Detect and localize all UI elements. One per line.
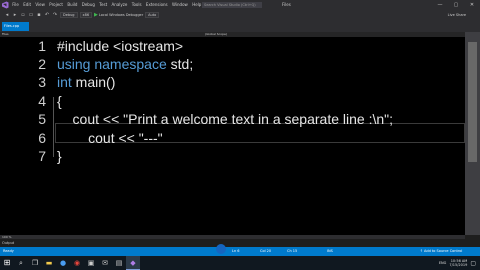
visual-studio-taskbar-icon[interactable]: ◆ xyxy=(126,256,140,270)
window-title: Files xyxy=(282,2,291,7)
cout-statement: cout << "Print a welcome text in a separ… xyxy=(57,111,393,127)
menu-file[interactable]: File xyxy=(10,0,21,10)
menu-test[interactable]: Test xyxy=(97,0,109,10)
line-number: 4 xyxy=(38,93,46,109)
windows-start-icon[interactable]: ⊞ xyxy=(0,256,14,270)
media-icon[interactable]: ▤ xyxy=(112,256,126,270)
line-number: 6 xyxy=(38,130,46,146)
search-input[interactable]: Search Visual Studio (Ctrl+Q) xyxy=(202,2,262,8)
terminal-icon[interactable]: ▣ xyxy=(84,256,98,270)
status-ready: Ready xyxy=(3,249,14,253)
maximize-button[interactable]: ▢ xyxy=(448,0,464,10)
keyword-namespace: namespace xyxy=(94,56,167,72)
keyword-int: int xyxy=(57,74,72,90)
status-insert-mode[interactable]: INS xyxy=(327,247,333,256)
line-number: 3 xyxy=(38,74,46,90)
line-number: 5 xyxy=(38,111,46,127)
menu-edit[interactable]: Edit xyxy=(21,0,33,10)
status-character[interactable]: Ch 15 xyxy=(287,247,297,256)
menu-debug[interactable]: Debug xyxy=(80,0,98,10)
code-line-3: int main() xyxy=(57,73,115,91)
window-controls: — ▢ ✕ xyxy=(432,0,480,10)
vertical-scrollbar[interactable] xyxy=(465,32,480,235)
output-panel-tab[interactable]: Output xyxy=(0,239,480,247)
task-view-icon[interactable]: ❐ xyxy=(28,256,42,270)
run-mode-select[interactable]: Auto xyxy=(145,12,160,18)
function-signature: main() xyxy=(71,74,116,90)
code-line-6: cout << "---" xyxy=(57,129,163,147)
menu-analyze[interactable]: Analyze xyxy=(109,0,129,10)
minimize-button[interactable]: — xyxy=(432,0,448,10)
code-line-2: using namespace std; xyxy=(57,55,193,73)
code-line-1: #include <iostream> xyxy=(57,37,183,55)
language-indicator[interactable]: ENG xyxy=(439,261,447,265)
start-debugging-button[interactable]: ▶ Local Windows Debugger xyxy=(94,12,143,18)
platform-select[interactable]: x86 xyxy=(79,12,93,18)
menu-tools[interactable]: Tools xyxy=(130,0,144,10)
toolbar: ◂ ▸ ▫ ▭ ▪ ↶ ↷ Debug x86 ▶ Local Windows … xyxy=(0,10,480,20)
title-bar: File Edit View Project Build Debug Test … xyxy=(0,0,480,10)
menu-project[interactable]: Project xyxy=(47,0,65,10)
namespace-name: std; xyxy=(166,56,194,72)
line-number-gutter: 1 2 3 4 5 6 7 xyxy=(0,37,54,235)
search-icon[interactable]: ⌕ xyxy=(14,256,28,270)
code-line-4: { xyxy=(57,92,62,110)
fold-guide xyxy=(53,97,54,157)
forward-icon[interactable]: ▸ xyxy=(12,12,18,18)
line-number: 7 xyxy=(38,148,46,164)
code-line-5: cout << "Print a welcome text in a separ… xyxy=(57,110,393,128)
notifications-icon[interactable]: ▢ xyxy=(470,260,476,267)
tab-files-cpp[interactable]: Files.cpp xyxy=(2,22,30,31)
menu-view[interactable]: View xyxy=(33,0,47,10)
undo-icon[interactable]: ↶ xyxy=(44,12,50,18)
code-editor[interactable]: 1 2 3 4 5 6 7 #include <iostream> using … xyxy=(0,37,465,235)
back-icon[interactable]: ◂ xyxy=(4,12,10,18)
status-column[interactable]: Col 20 xyxy=(260,247,271,256)
mail-icon[interactable]: ✉ xyxy=(98,256,112,270)
status-line[interactable]: Ln 6 xyxy=(232,247,240,256)
status-bar: Ready Ln 6 Col 20 Ch 15 INS ↑ Add to Sou… xyxy=(0,247,480,256)
browser-icon[interactable]: ● xyxy=(56,256,70,270)
menu-build[interactable]: Build xyxy=(65,0,79,10)
new-file-icon[interactable]: ▫ xyxy=(20,12,26,18)
menu-bar: File Edit View Project Build Debug Test … xyxy=(10,0,204,10)
menu-extensions[interactable]: Extensions xyxy=(144,0,170,10)
close-button[interactable]: ✕ xyxy=(464,0,480,10)
windows-taskbar: ⊞ ⌕ ❐ ▬ ● ◉ ▣ ✉ ▤ ◆ xyxy=(0,256,480,270)
system-tray: ENG 10:56 AM 7/15/2019 ▢ xyxy=(439,256,476,270)
clock[interactable]: 10:56 AM 7/15/2019 xyxy=(449,259,467,268)
live-share-button[interactable]: Live Share xyxy=(448,13,480,17)
chrome-icon[interactable]: ◉ xyxy=(70,256,84,270)
include-directive: #include <iostream> xyxy=(57,38,184,54)
line-number: 1 xyxy=(38,38,46,54)
cout-statement-incomplete: cout << "---" xyxy=(57,130,163,146)
line-number: 2 xyxy=(38,56,46,72)
play-icon: ▶ xyxy=(94,12,98,18)
mouse-cursor-highlight xyxy=(216,244,226,254)
visual-studio-logo-icon xyxy=(0,0,10,10)
keyword-using: using xyxy=(57,56,91,72)
open-folder-icon[interactable]: ▭ xyxy=(28,12,34,18)
file-explorer-icon[interactable]: ▬ xyxy=(42,256,56,270)
code-line-7: } xyxy=(57,147,62,165)
clock-date: 7/15/2019 xyxy=(449,263,468,267)
menu-window[interactable]: Window xyxy=(170,0,190,10)
redo-icon[interactable]: ↷ xyxy=(52,12,58,18)
run-label: Local Windows Debugger xyxy=(98,13,144,17)
document-tab-strip: Files.cpp xyxy=(0,20,480,32)
scrollbar-thumb[interactable] xyxy=(468,42,477,162)
open-brace: { xyxy=(57,93,62,109)
close-brace: } xyxy=(57,148,62,164)
save-icon[interactable]: ▪ xyxy=(36,12,42,18)
add-to-source-control-button[interactable]: ↑ Add to Source Control xyxy=(420,247,462,256)
configuration-select[interactable]: Debug xyxy=(60,12,78,18)
